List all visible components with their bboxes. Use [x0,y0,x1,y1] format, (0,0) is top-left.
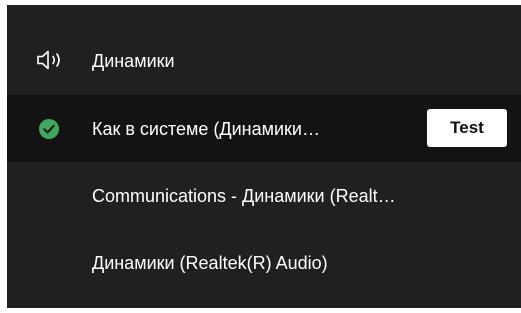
output-device-header: Динамики [7,36,521,84]
output-device-title: Динамики [92,51,175,71]
checkmark-circle-icon [39,119,59,139]
audio-output-panel: Динамики Как в системе (Динамики… Test C… [7,5,521,308]
device-item-label: Как в системе (Динамики… [92,119,320,139]
test-button[interactable]: Test [427,109,507,147]
device-item-label: Динамики (Realtek(R) Audio) [92,253,328,273]
device-item-communications[interactable]: Communications - Динамики (Realt… [7,162,521,229]
speaker-icon [37,50,60,70]
device-item-system-default[interactable]: Как в системе (Динамики… Test [7,95,521,162]
device-item-realtek-speakers[interactable]: Динамики (Realtek(R) Audio) [7,229,521,296]
device-item-label: Communications - Динамики (Realt… [92,186,396,206]
